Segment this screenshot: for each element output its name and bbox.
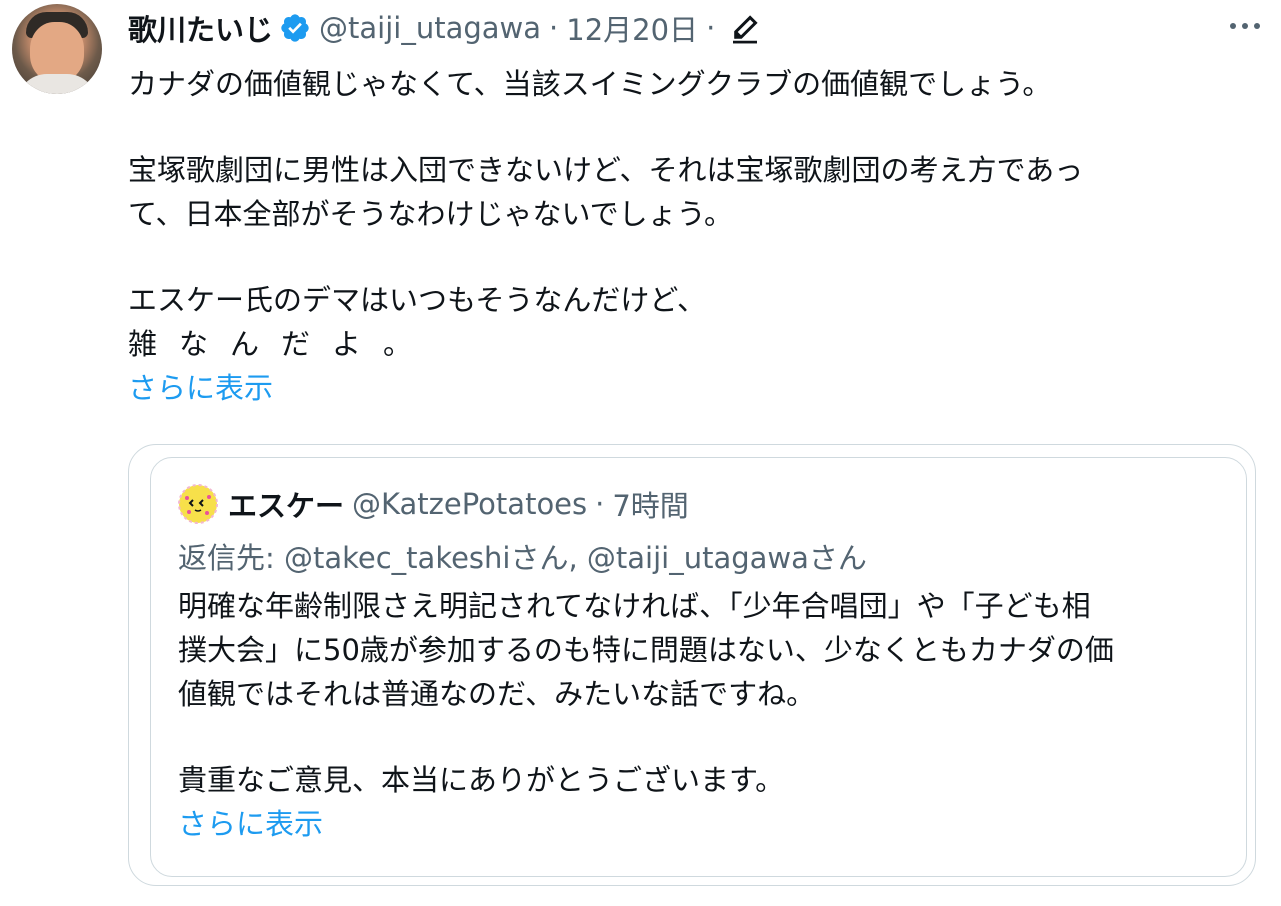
quoted-author-handle[interactable]: @KatzePotatoes xyxy=(352,487,587,521)
avatar-shirt xyxy=(17,74,97,94)
avatar-face xyxy=(30,22,84,82)
quoted-line: 撲大会」に50歳が参加するのも特に問題はない、少なくともカナダの価 xyxy=(178,633,1114,667)
tweet-header: 歌川たいじ @taiji_utagawa · 12月20日 · xyxy=(128,8,763,48)
quoted-line: 明確な年齢制限さえ明記されてなければ、「少年合唱団」や「子ども相 xyxy=(178,589,1091,623)
separator-dot: · xyxy=(549,11,559,45)
separator-dot: · xyxy=(595,487,605,521)
tweet-text: カナダの価値観じゃなくて、当該スイミングクラブの価値観でしょう。 宝塚歌劇団に男… xyxy=(128,62,1238,410)
show-more-link[interactable]: さらに表示 xyxy=(128,366,1238,410)
quoted-line: 値観ではそれは普通なのだ、みたいな話ですね。 xyxy=(178,677,816,711)
tweet-line: 宝塚歌劇団に男性は入団できないけど、それは宝塚歌劇団の考え方であっ xyxy=(128,153,1084,187)
author-avatar[interactable] xyxy=(12,4,102,94)
tweet-line: エスケー氏のデマはいつもそうなんだけど、 xyxy=(128,283,706,317)
author-handle[interactable]: @taiji_utagawa xyxy=(319,11,541,45)
quoted-line: 貴重なご意見、本当にありがとうございます。 xyxy=(178,763,785,797)
separator-dot: · xyxy=(706,11,716,45)
tweet-date[interactable]: 12月20日 xyxy=(566,7,698,49)
quoted-tweet-text: 明確な年齢制限さえ明記されてなければ、「少年合唱団」や「子ども相 撲大会」に50… xyxy=(178,584,1228,846)
edit-pencil-icon[interactable] xyxy=(727,10,763,46)
verified-badge-icon[interactable] xyxy=(279,12,311,44)
quoted-tweet-time[interactable]: 7時間 xyxy=(612,483,688,525)
quoted-author-avatar[interactable] xyxy=(178,484,218,524)
tweet-line: て、日本全部がそうなわけじゃないでしょう。 xyxy=(128,197,733,231)
quoted-tweet-header: エスケー @KatzePotatoes · 7時間 xyxy=(178,484,689,524)
quoted-show-more-link[interactable]: さらに表示 xyxy=(178,802,1228,846)
replying-to-text: 返信先: @takec_takeshiさん, @taiji_utagawaさん xyxy=(178,541,867,575)
tweet-line-emphasis: 雑なんだよ。 xyxy=(128,327,435,361)
tweet[interactable]: 歌川たいじ @taiji_utagawa · 12月20日 · カナダの価値観じ… xyxy=(0,0,1281,906)
quoted-author-name[interactable]: エスケー xyxy=(228,483,344,525)
more-options-icon[interactable] xyxy=(1227,14,1263,38)
tweet-line: カナダの価値観じゃなくて、当該スイミングクラブの価値観でしょう。 xyxy=(128,67,1052,101)
author-name[interactable]: 歌川たいじ xyxy=(128,7,273,49)
